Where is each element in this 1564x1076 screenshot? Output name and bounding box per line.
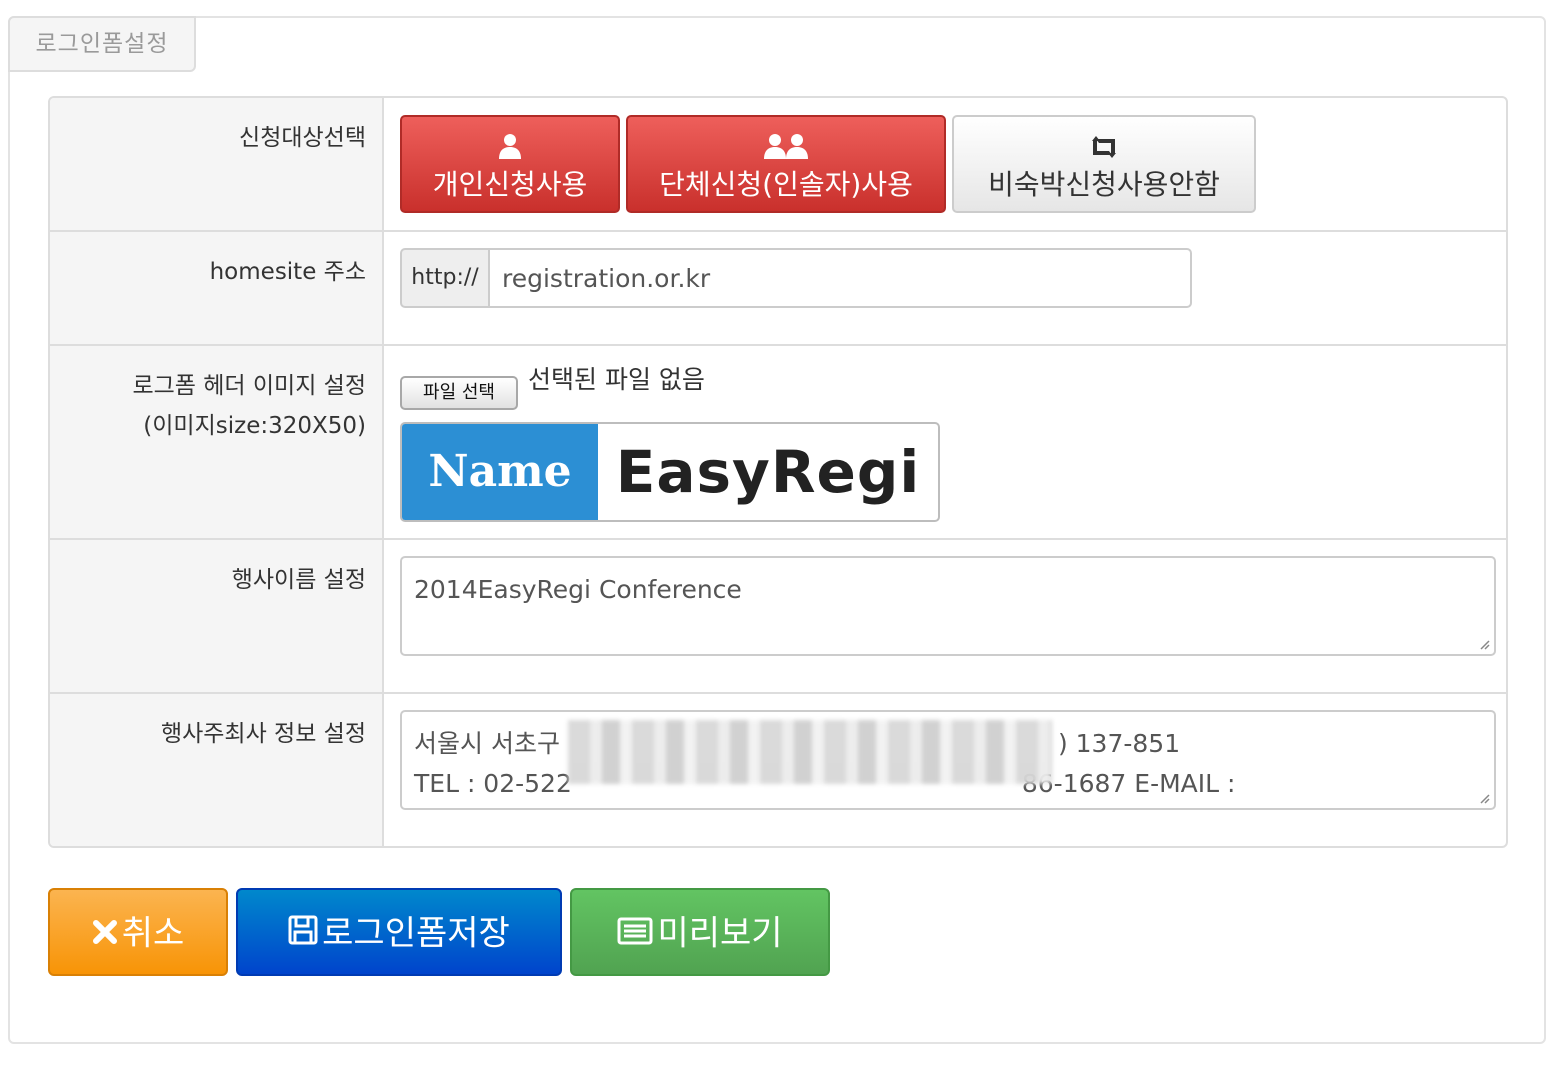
group-icon xyxy=(628,133,944,159)
settings-form-table: 신청대상선택 개인신청사용 단체신청(인솔자)사용 비숙박신청사용안함 home… xyxy=(48,96,1508,848)
header-image-label-line2: (이미지size:320X50) xyxy=(143,413,366,439)
organizer-line1-start: 서울시 서초구 xyxy=(414,729,560,758)
label-cell: homesite 주소 xyxy=(50,232,384,344)
individual-registration-button[interactable]: 개인신청사용 xyxy=(400,115,620,213)
group-registration-label: 단체신청(인솔자)사용 xyxy=(659,168,913,201)
target-selection-cell: 개인신청사용 단체신청(인솔자)사용 비숙박신청사용안함 xyxy=(384,98,1506,230)
homesite-label: homesite 주소 xyxy=(209,259,366,285)
panel-tab-login-form-settings[interactable]: 로그인폼설정 xyxy=(8,16,196,72)
homesite-url-input[interactable] xyxy=(488,248,1192,308)
label-cell: 행사이름 설정 xyxy=(50,540,384,692)
save-label: 로그인폼저장 xyxy=(322,913,510,954)
save-icon xyxy=(288,892,318,976)
header-image-label: 로그폼 헤더 이미지 설정 (이미지size:320X50) xyxy=(132,366,366,446)
row-target-selection: 신청대상선택 개인신청사용 단체신청(인솔자)사용 비숙박신청사용안함 xyxy=(50,98,1506,232)
organizer-line2-end: 86-1687 E-MAIL : xyxy=(1021,769,1236,798)
event-name-value: 2014EasyRegi Conference xyxy=(414,575,742,604)
organizer-textarea[interactable]: 서울시 서초구 ) 137-851 TEL : 02-522 86-1687 E-M… xyxy=(400,710,1496,810)
no-accommodation-button[interactable]: 비숙박신청사용안함 xyxy=(952,115,1256,213)
no-accommodation-label: 비숙박신청사용안함 xyxy=(988,168,1220,201)
event-name-cell: 2014EasyRegi Conference xyxy=(384,540,1506,692)
group-registration-button[interactable]: 단체신청(인솔자)사용 xyxy=(626,115,946,213)
row-event-name: 행사이름 설정 2014EasyRegi Conference xyxy=(50,540,1506,694)
organizer-line2-start: TEL : 02-522 xyxy=(414,769,572,798)
file-status-text: 선택된 파일 없음 xyxy=(528,365,705,394)
resize-grip-icon[interactable] xyxy=(1478,638,1490,650)
organizer-cell: 서울시 서초구 ) 137-851 TEL : 02-522 86-1687 E-M… xyxy=(384,694,1506,846)
label-cell: 행사주최사 정보 설정 xyxy=(50,694,384,846)
logo-name-block: Name xyxy=(402,424,598,520)
individual-registration-label: 개인신청사용 xyxy=(432,168,588,201)
url-prefix-addon: http:// xyxy=(400,248,490,308)
logo-brand-text: EasyRegi xyxy=(615,438,921,506)
cancel-button[interactable]: 취소 xyxy=(48,888,228,976)
preview-button[interactable]: 미리보기 xyxy=(570,888,830,976)
preview-label: 미리보기 xyxy=(657,913,783,954)
row-homesite: homesite 주소 http:// xyxy=(50,232,1506,346)
resize-grip-icon[interactable] xyxy=(1478,792,1490,804)
cancel-label: 취소 xyxy=(121,913,185,954)
organizer-line1-end: ) 137-851 xyxy=(1057,729,1181,758)
redacted-blur xyxy=(568,720,1052,784)
header-image-label-line1: 로그폼 헤더 이미지 설정 xyxy=(132,373,366,399)
list-icon xyxy=(617,892,653,976)
choose-file-button[interactable]: 파일 선택 xyxy=(400,376,518,410)
row-organizer: 행사주최사 정보 설정 서울시 서초구 ) 137-851 TEL : 02-52… xyxy=(50,694,1506,846)
header-image-cell: 파일 선택 선택된 파일 없음 Name EasyRegi xyxy=(384,346,1506,538)
label-cell: 로그폼 헤더 이미지 설정 (이미지size:320X50) xyxy=(50,346,384,538)
label-cell: 신청대상선택 xyxy=(50,98,384,230)
row-header-image: 로그폼 헤더 이미지 설정 (이미지size:320X50) 파일 선택 선택된… xyxy=(50,346,1506,540)
event-name-label: 행사이름 설정 xyxy=(231,567,366,593)
event-name-textarea[interactable]: 2014EasyRegi Conference xyxy=(400,556,1496,656)
user-icon xyxy=(402,133,618,159)
header-logo-preview: Name EasyRegi xyxy=(400,422,940,522)
homesite-cell: http:// xyxy=(384,232,1506,344)
retweet-icon xyxy=(954,133,1254,159)
target-selection-label: 신청대상선택 xyxy=(239,125,366,151)
save-login-form-button[interactable]: 로그인폼저장 xyxy=(236,888,562,976)
close-icon xyxy=(92,892,118,976)
organizer-label: 행사주최사 정보 설정 xyxy=(160,721,366,747)
